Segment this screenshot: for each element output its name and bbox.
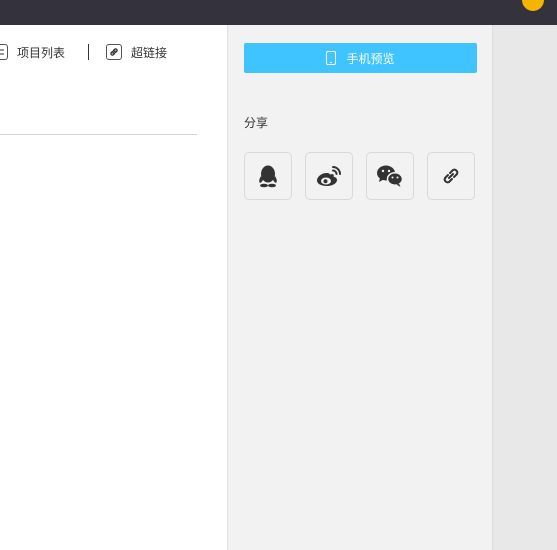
hyperlink-button[interactable]: 超链接 bbox=[106, 43, 167, 61]
share-heading: 分享 bbox=[244, 116, 269, 130]
link-icon bbox=[443, 168, 459, 184]
list-icon bbox=[0, 44, 8, 60]
bullet-list-button[interactable]: 项目列表 bbox=[0, 43, 65, 61]
toolbar-divider bbox=[88, 44, 89, 60]
right-sidebar: 手机预览 分享 bbox=[227, 25, 493, 550]
qq-icon bbox=[259, 165, 277, 188]
mobile-preview-label: 手机预览 bbox=[346, 51, 395, 66]
share-wechat-button[interactable] bbox=[366, 152, 414, 200]
hyperlink-label: 超链接 bbox=[131, 45, 168, 60]
phone-icon bbox=[326, 51, 337, 65]
bullet-list-label: 项目列表 bbox=[17, 45, 66, 60]
user-avatar[interactable] bbox=[522, 0, 544, 11]
share-qq-button[interactable] bbox=[244, 152, 292, 200]
weibo-icon bbox=[317, 166, 341, 186]
wechat-icon bbox=[377, 165, 404, 187]
mobile-preview-button[interactable]: 手机预览 bbox=[244, 43, 477, 73]
top-bar bbox=[0, 0, 557, 25]
editor-area: 项目列表 超链接 bbox=[0, 25, 227, 550]
link-tool-icon bbox=[106, 44, 122, 60]
right-gutter bbox=[493, 25, 557, 550]
share-weibo-button[interactable] bbox=[305, 152, 353, 200]
share-link-button[interactable] bbox=[427, 152, 475, 200]
editor-divider bbox=[0, 134, 197, 135]
